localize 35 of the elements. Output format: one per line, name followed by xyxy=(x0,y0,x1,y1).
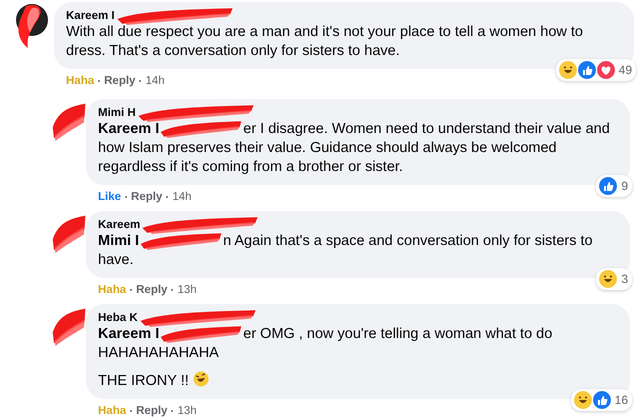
reply-link[interactable]: Reply xyxy=(131,191,162,203)
redacted-avatar-drawing xyxy=(52,306,86,346)
reply-link[interactable]: Reply xyxy=(136,284,168,296)
haha-reaction-icon xyxy=(598,269,618,289)
reaction-link[interactable]: Like xyxy=(98,191,122,203)
comment-text: Kareem I er OMG , now you're telling a woman what to do HAHAHAHAHAHA xyxy=(98,325,554,363)
redacted-avatar-drawing xyxy=(52,101,86,141)
mention-link[interactable]: Kareem I xyxy=(98,121,160,137)
mention-link[interactable]: Mimi I xyxy=(98,233,140,249)
redacted-avatar-drawing xyxy=(52,213,86,253)
reaction-count-badge[interactable]: 49 xyxy=(556,59,636,81)
author-name[interactable]: Heba K xyxy=(98,311,138,325)
comment-text: Kareem I er I disagree. Women need to understand their value and how Islam preserves their value. Guidance should always be welcomed regardless if it's coming from a brother or sister. xyxy=(98,120,611,177)
reaction-count-badge[interactable]: 16 xyxy=(570,389,632,411)
author-name[interactable]: Mimi H xyxy=(98,106,136,120)
like-reaction-icon xyxy=(576,60,597,80)
like-reaction-icon xyxy=(598,176,618,196)
haha-reaction-icon xyxy=(558,60,578,80)
comment-text: With all due respect you are a man and it's not your place to tell a women how to dress. That's a conversation only for sisters to have. xyxy=(66,24,583,59)
comment-time[interactable]: 13h xyxy=(177,284,197,296)
author-name[interactable]: Kareem xyxy=(98,218,140,232)
like-reaction-icon xyxy=(592,390,612,410)
comment-time[interactable]: 14h xyxy=(145,75,165,87)
comment-time[interactable]: 13h xyxy=(177,405,197,417)
comment-text: Mimi I n Again that's a space and conversation only for sisters to have. xyxy=(98,232,594,270)
author-name[interactable]: Kareem I xyxy=(66,9,115,23)
reply-link[interactable]: Reply xyxy=(136,405,168,417)
haha-reaction-icon xyxy=(572,390,593,410)
reaction-count-badge[interactable]: 9 xyxy=(596,175,632,197)
comment-text: THE IRONY !! xyxy=(98,373,189,389)
reply-link[interactable]: Reply xyxy=(104,75,136,87)
love-reaction-icon xyxy=(596,60,616,80)
mention-link[interactable]: Kareem I xyxy=(98,326,160,342)
reaction-count-badge[interactable]: 3 xyxy=(596,268,632,290)
comment-time[interactable]: 14h xyxy=(172,191,192,203)
